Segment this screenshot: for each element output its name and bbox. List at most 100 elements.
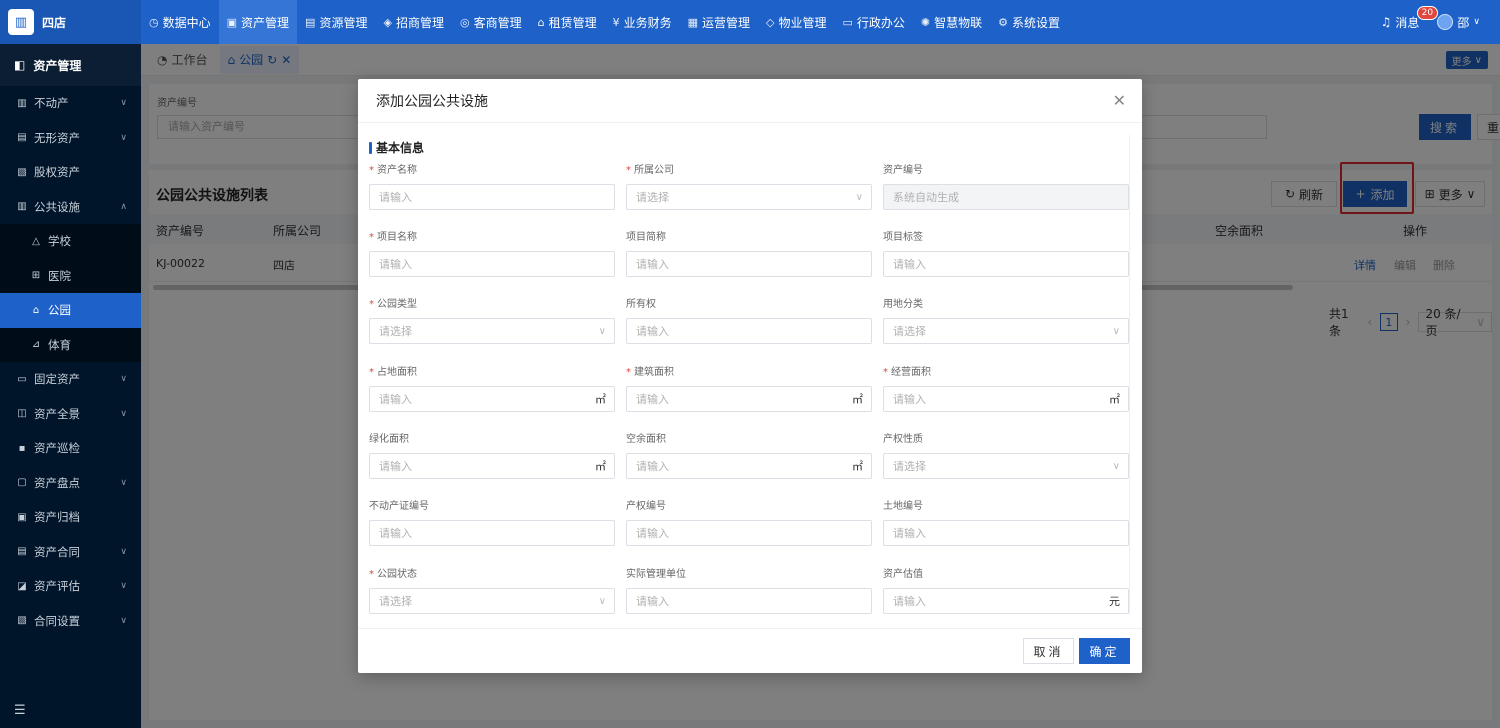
property-right-no-input[interactable]: 请输入 xyxy=(626,520,872,546)
management-unit-input[interactable]: 请输入 xyxy=(626,588,872,614)
operating-area-input[interactable]: 请输入㎡ xyxy=(883,386,1129,412)
sidebar-item-public-facilities[interactable]: ▥ 公共设施 ∧ xyxy=(0,190,141,225)
chevron-down-icon: ∨ xyxy=(598,325,606,337)
section-title: 基本信息 xyxy=(369,139,424,156)
messages-button[interactable]: ♫ 消息 20 xyxy=(1381,5,1439,31)
close-icon[interactable]: ✕ xyxy=(1113,91,1126,110)
building-icon: ▥ xyxy=(17,97,27,109)
land-use-select[interactable]: 请选择 ∨ xyxy=(883,318,1129,344)
monitor-icon: ▭ xyxy=(842,15,853,29)
required-mark: * xyxy=(369,367,374,378)
collapse-menu-icon[interactable]: ☰ xyxy=(14,703,26,718)
nav-item-office[interactable]: ▭ 行政办公 xyxy=(835,0,913,44)
sidebar-item-hospital[interactable]: ⊞ 医院 xyxy=(0,258,141,293)
field-management-unit: 实际管理单位 请输入 xyxy=(626,565,872,614)
field-park-status: * 公园状态 请选择 ∨ xyxy=(369,565,615,614)
required-mark: * xyxy=(369,299,374,310)
nav-item-resource-management[interactable]: ▤ 资源管理 xyxy=(297,0,375,44)
project-tag-input[interactable]: 请输入 xyxy=(883,251,1129,277)
sidebar-item-real-estate[interactable]: ▥ 不动产 ∨ xyxy=(0,86,141,121)
document-icon: ▤ xyxy=(305,15,316,29)
sidebar-item-asset-evaluation[interactable]: ◪ 资产评估 ∨ xyxy=(0,569,141,604)
sidebar-item-school[interactable]: △ 学校 xyxy=(0,224,141,259)
field-project-short-name: 项目简称 请输入 xyxy=(626,228,872,277)
nav-item-finance[interactable]: ¥ 业务财务 xyxy=(605,0,680,44)
park-status-select[interactable]: 请选择 ∨ xyxy=(369,588,615,614)
evaluation-icon: ◪ xyxy=(17,580,27,592)
users-icon: ◎ xyxy=(459,15,470,29)
sidebar-item-inspection[interactable]: ▪ 资产巡检 xyxy=(0,431,141,466)
sun-icon: ✺ xyxy=(920,15,931,29)
green-area-input[interactable]: 请输入㎡ xyxy=(369,453,615,479)
sidebar-item-fixed-assets[interactable]: ▭ 固定资产 ∨ xyxy=(0,362,141,397)
nav-item-data-center[interactable]: ◷ 数据中心 xyxy=(141,0,219,44)
brand[interactable]: ▥ 四店 xyxy=(0,0,141,44)
chevron-down-icon: ∨ xyxy=(1473,17,1480,27)
confirm-button[interactable]: 确定 xyxy=(1079,638,1130,664)
cancel-button[interactable]: 取消 xyxy=(1023,638,1074,664)
park-type-select[interactable]: 请选择 ∨ xyxy=(369,318,615,344)
sidebar-item-intangible[interactable]: ▤ 无形资产 ∨ xyxy=(0,121,141,156)
field-land-no: 土地编号 请输入 xyxy=(883,497,1129,546)
nav-item-settings[interactable]: ⚙ 系统设置 xyxy=(990,0,1068,44)
field-property-right-no: 产权编号 请输入 xyxy=(626,497,872,546)
sidebar-item-park[interactable]: ⌂ 公园 xyxy=(0,293,141,328)
certificate-no-input[interactable]: 请输入 xyxy=(369,520,615,546)
main-nav: ◷ 数据中心 ▣ 资产管理 ▤ 资源管理 ◈ 招商管理 ◎ 客商管理 ⌂ 租赁管理 ¥ 业务财… xyxy=(141,0,1068,44)
unit-suffix: ㎡ xyxy=(852,393,863,406)
project-name-input[interactable]: 请输入 xyxy=(369,251,615,277)
property-nature-select[interactable]: 请选择 ∨ xyxy=(883,453,1129,479)
dialog-scrollbar[interactable] xyxy=(1129,135,1130,615)
vacant-area-input[interactable]: 请输入㎡ xyxy=(626,453,872,479)
hospital-icon: ⊞ xyxy=(31,270,41,282)
nav-item-customer-management[interactable]: ◎ 客商管理 xyxy=(452,0,530,44)
dialog-title: 添加公园公共设施 xyxy=(358,79,1142,123)
facility-icon: ▥ xyxy=(17,201,27,213)
messages-badge: 20 xyxy=(1416,5,1439,20)
sidebar-item-contract-settings[interactable]: ▧ 合同设置 ∨ xyxy=(0,604,141,639)
gear-icon: ⚙ xyxy=(998,15,1009,29)
land-area-input[interactable]: 请输入㎡ xyxy=(369,386,615,412)
asset-valuation-input[interactable]: 请输入元 xyxy=(883,588,1129,614)
chart-icon: ▦ xyxy=(687,15,698,29)
nav-item-property[interactable]: ◇ 物业管理 xyxy=(758,0,834,44)
panorama-icon: ◫ xyxy=(17,408,27,420)
sidebar-item-inventory[interactable]: ▢ 资产盘点 ∨ xyxy=(0,466,141,501)
company-select[interactable]: 请选择 ∨ xyxy=(626,184,872,210)
sidebar-item-sports[interactable]: ⊿ 体育 xyxy=(0,327,141,362)
field-project-tag: 项目标签 请输入 xyxy=(883,228,1129,277)
archive-icon: ▣ xyxy=(17,511,27,523)
home-icon: ⌂ xyxy=(537,15,545,29)
field-green-area: 绿化面积 请输入㎡ xyxy=(369,430,615,479)
nav-item-lease-management[interactable]: ⌂ 租赁管理 xyxy=(530,0,605,44)
chevron-down-icon: ∨ xyxy=(120,581,127,592)
project-short-name-input[interactable]: 请输入 xyxy=(626,251,872,277)
chevron-down-icon: ∨ xyxy=(120,374,127,385)
sidebar-item-asset-contract[interactable]: ▤ 资产合同 ∨ xyxy=(0,535,141,570)
unit-suffix: ㎡ xyxy=(852,460,863,473)
land-no-input[interactable]: 请输入 xyxy=(883,520,1129,546)
brand-logo-icon: ▥ xyxy=(8,9,34,35)
inspection-icon: ▪ xyxy=(18,442,26,454)
nav-item-iot[interactable]: ✺ 智慧物联 xyxy=(913,0,990,44)
required-mark: * xyxy=(369,232,374,243)
nav-item-operations[interactable]: ▦ 运营管理 xyxy=(680,0,758,44)
cube-icon: ◧ xyxy=(14,58,26,72)
field-vacant-area: 空余面积 请输入㎡ xyxy=(626,430,872,479)
user-menu[interactable]: 邵 ∨ xyxy=(1437,14,1480,31)
sidebar-item-equity[interactable]: ▧ 股权资产 xyxy=(0,155,141,190)
asset-name-input[interactable]: 请输入 xyxy=(369,184,615,210)
sidebar-item-archive[interactable]: ▣ 资产归档 xyxy=(0,500,141,535)
required-mark: * xyxy=(369,569,374,580)
nav-item-investment-management[interactable]: ◈ 招商管理 xyxy=(375,0,451,44)
ownership-input[interactable]: 请输入 xyxy=(626,318,872,344)
building-area-input[interactable]: 请输入㎡ xyxy=(626,386,872,412)
unit-suffix: ㎡ xyxy=(595,460,606,473)
field-operating-area: * 经营面积 请输入㎡ xyxy=(883,363,1129,412)
required-mark: * xyxy=(369,165,374,176)
sidebar: ◧ 资产管理 ▥ 不动产 ∨ ▤ 无形资产 ∨ ▧ 股权资产 ▥ 公共设施 ∧ △ 学校 ⊞ 医院… xyxy=(0,44,141,728)
nav-item-asset-management[interactable]: ▣ 资产管理 xyxy=(218,0,298,44)
school-icon: △ xyxy=(32,235,40,247)
sidebar-item-asset-panorama[interactable]: ◫ 资产全景 ∨ xyxy=(0,397,141,432)
unit-suffix: 元 xyxy=(1109,595,1120,608)
